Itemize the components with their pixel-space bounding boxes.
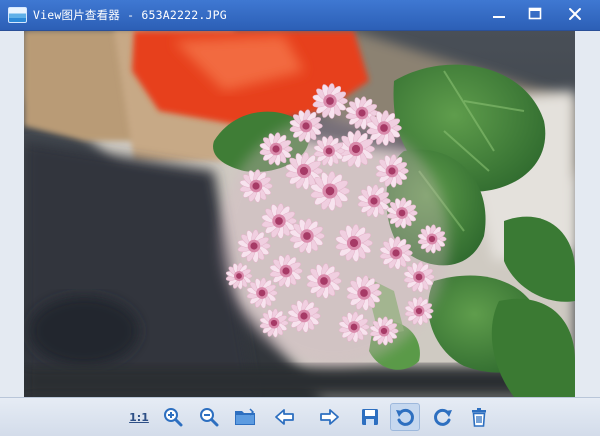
zoom-out-icon: [200, 408, 219, 427]
maximize-icon: [528, 7, 542, 20]
rotate-left-icon: [396, 408, 414, 426]
previous-button[interactable]: [270, 403, 300, 431]
delete-button[interactable]: [464, 403, 494, 431]
viewport-left-margin: [0, 31, 24, 397]
rotate-left-button[interactable]: [390, 403, 420, 431]
image-viewer-window: View图片查看器 - 653A2222.JPG 1:1: [0, 0, 600, 436]
viewport-right-margin: [575, 31, 600, 397]
close-button[interactable]: [558, 0, 592, 28]
app-icon: [8, 7, 27, 23]
zoom-out-button[interactable]: [194, 403, 224, 431]
maximize-button[interactable]: [518, 0, 552, 28]
open-folder-icon: [235, 408, 255, 425]
save-icon: [362, 409, 378, 425]
photo-flowers: [24, 31, 575, 397]
previous-icon: [275, 409, 294, 425]
next-icon: [320, 409, 339, 425]
close-icon: [569, 8, 581, 20]
zoom-in-icon: [164, 408, 183, 427]
window-title: View图片查看器 - 653A2222.JPG: [33, 8, 227, 22]
minimize-icon: [493, 16, 505, 18]
image-viewport[interactable]: [24, 31, 575, 397]
viewer-toolbar: 1:1: [0, 397, 600, 436]
actual-size-icon: 1:1: [129, 410, 149, 424]
open-folder-button[interactable]: [230, 403, 260, 431]
actual-size-button[interactable]: 1:1: [124, 403, 154, 431]
next-button[interactable]: [314, 403, 344, 431]
save-button[interactable]: [355, 403, 385, 431]
delete-icon: [472, 408, 486, 427]
minimize-button[interactable]: [482, 0, 516, 28]
rotate-right-icon: [434, 408, 452, 426]
zoom-in-button[interactable]: [158, 403, 188, 431]
title-bar[interactable]: View图片查看器 - 653A2222.JPG: [0, 0, 600, 31]
rotate-right-button[interactable]: [428, 403, 458, 431]
